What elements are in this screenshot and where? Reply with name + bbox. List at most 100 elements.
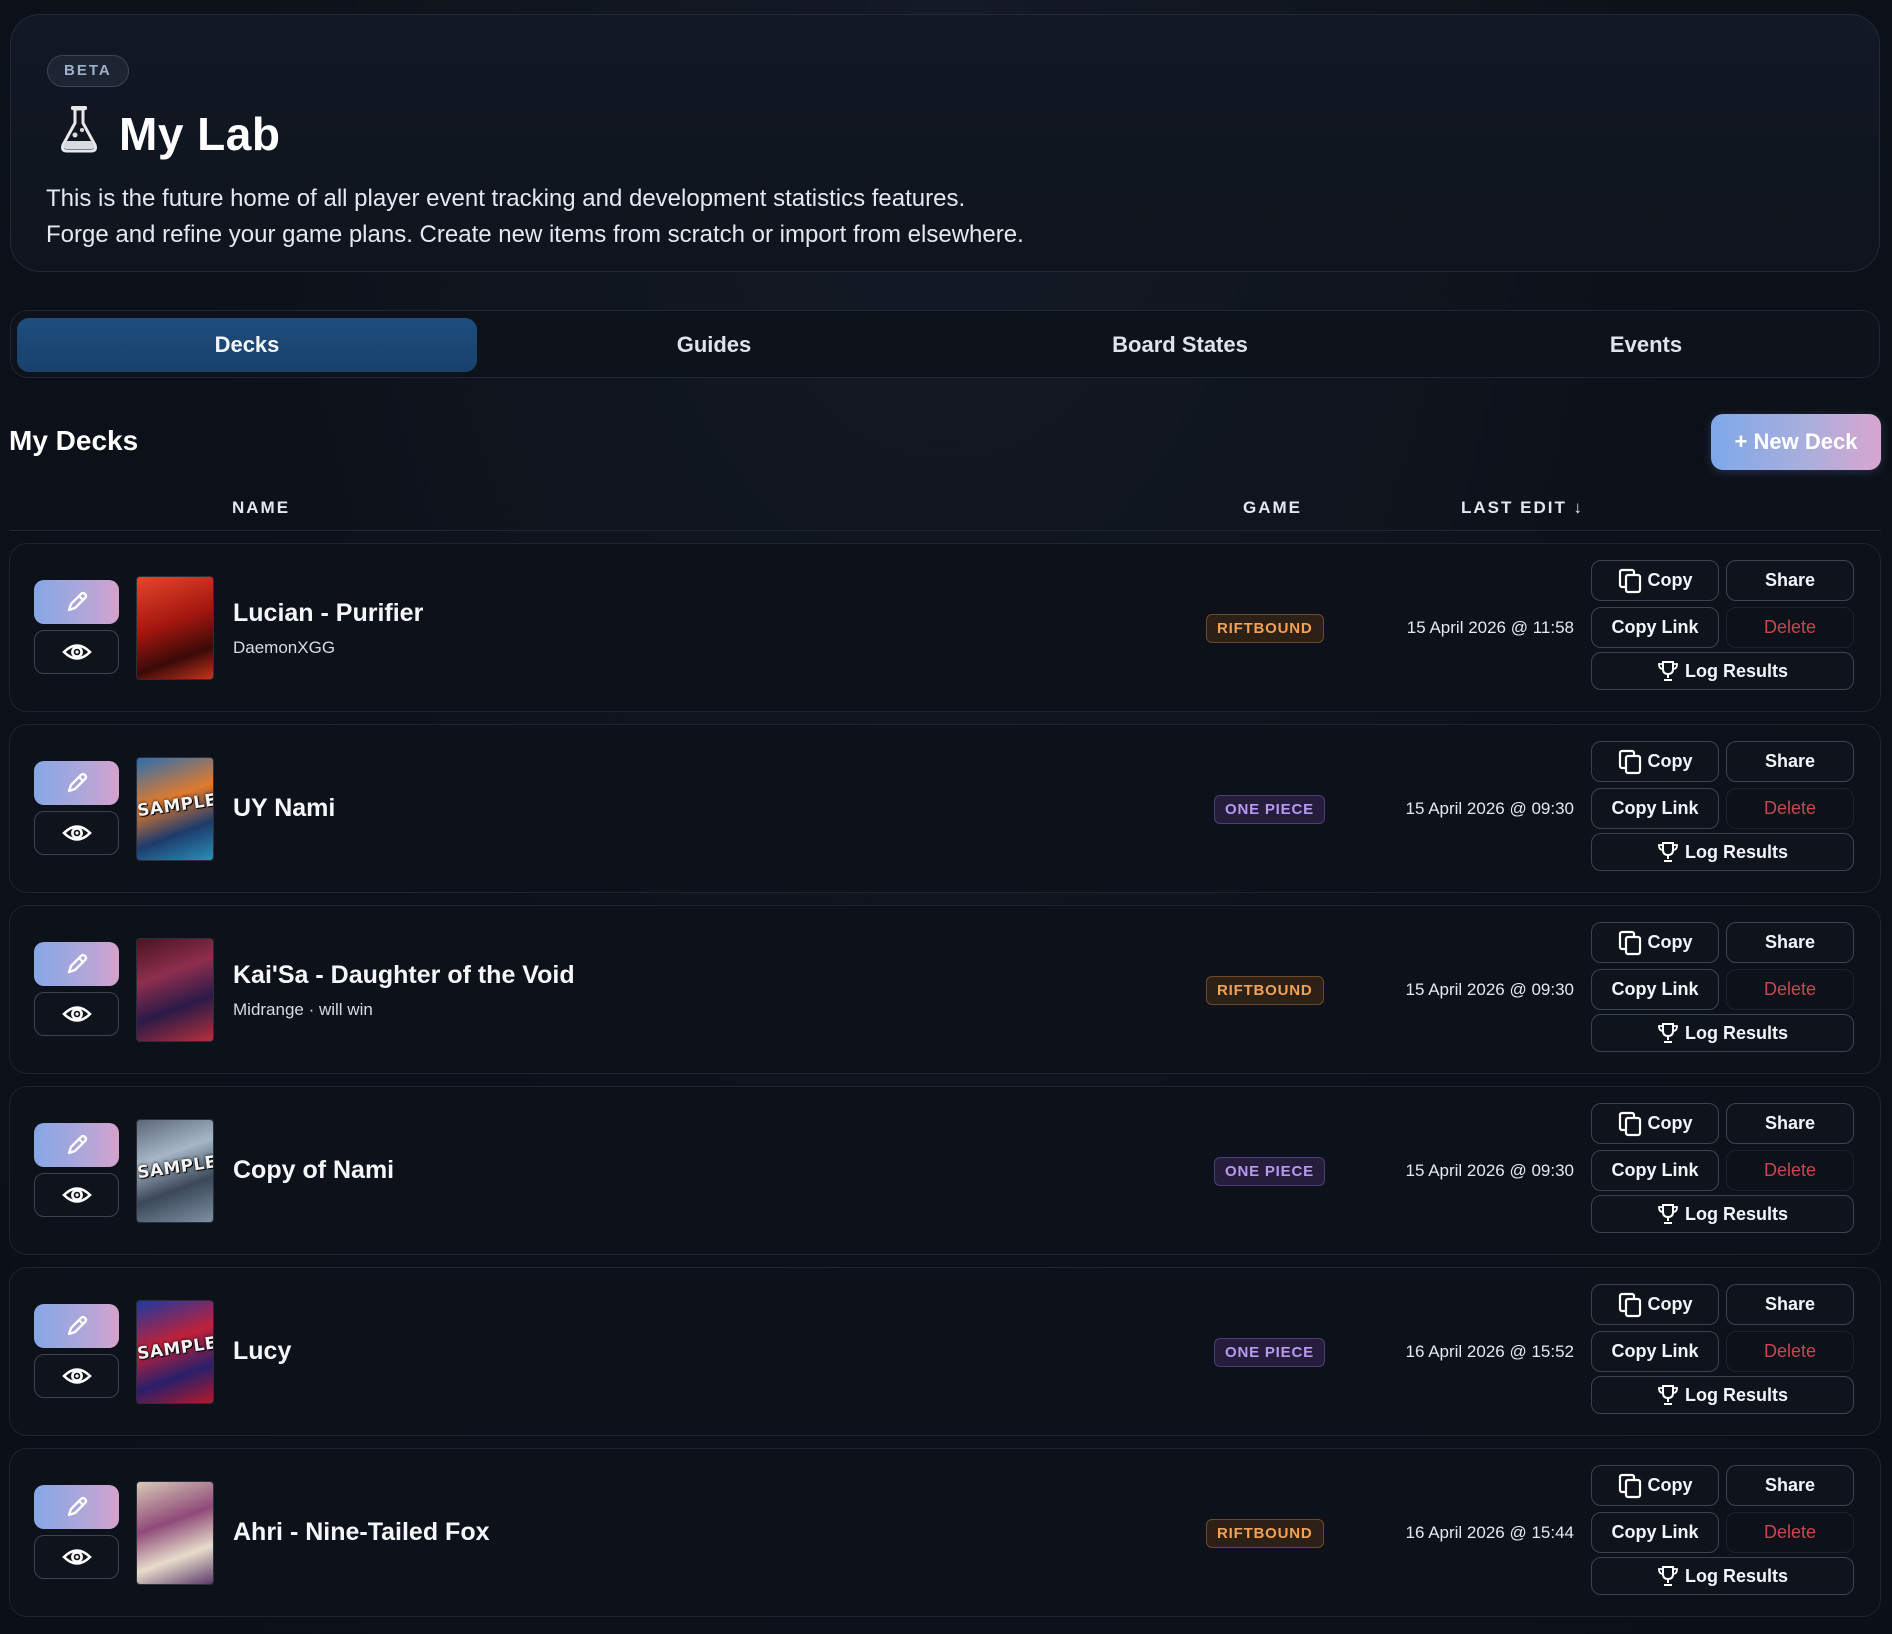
edit-button[interactable] (34, 942, 119, 986)
deck-row[interactable]: Kai'Sa - Daughter of the Void Midrange ·… (9, 905, 1881, 1074)
pencil-icon (67, 1134, 87, 1155)
sample-watermark (137, 610, 212, 621)
game-badge: ONE PIECE (1214, 1338, 1325, 1367)
new-deck-button[interactable]: + New Deck (1711, 414, 1881, 470)
deck-name[interactable]: Lucian - Purifier (233, 599, 423, 628)
copy-button[interactable]: Copy (1591, 1103, 1719, 1144)
lab-header: BETA My Lab This is the future home of a… (10, 14, 1880, 272)
eye-icon (61, 825, 92, 841)
tab-events[interactable]: Events (1416, 318, 1876, 372)
copy-link-button[interactable]: Copy Link (1591, 788, 1719, 829)
tab-decks[interactable]: Decks (17, 318, 477, 372)
tab-guides[interactable]: Guides (484, 318, 944, 372)
column-header-game[interactable]: GAME (1243, 498, 1302, 518)
delete-button[interactable]: Delete (1726, 788, 1854, 829)
copy-link-button[interactable]: Copy Link (1591, 607, 1719, 648)
edit-button[interactable] (34, 1123, 119, 1167)
delete-button[interactable]: Delete (1726, 1331, 1854, 1372)
eye-icon (61, 1549, 92, 1565)
game-badge: RIFTBOUND (1206, 976, 1324, 1005)
delete-button[interactable]: Delete (1726, 607, 1854, 648)
deck-row[interactable]: Ahri - Nine-Tailed Fox RIFTBOUND 16 Apri… (9, 1448, 1881, 1617)
copy-link-button[interactable]: Copy Link (1591, 1150, 1719, 1191)
copy-button[interactable]: Copy (1591, 741, 1719, 782)
log-results-button[interactable]: Log Results (1591, 1557, 1854, 1595)
deck-subtitle: Midrange · will win (233, 1000, 373, 1019)
pencil-icon (67, 772, 87, 793)
tab-board-states[interactable]: Board States (950, 318, 1410, 372)
last-edit-date: 15 April 2026 @ 11:58 (1406, 618, 1574, 637)
log-results-button[interactable]: Log Results (1591, 652, 1854, 690)
pencil-icon (67, 953, 87, 974)
trophy-icon (1658, 661, 1678, 681)
last-edit-date: 15 April 2026 @ 09:30 (1405, 1161, 1575, 1180)
page-description: This is the future home of all player ev… (46, 181, 1024, 253)
copy-button[interactable]: Copy (1591, 1465, 1719, 1506)
last-edit-date: 16 April 2026 @ 15:52 (1405, 1342, 1575, 1361)
delete-button[interactable]: Delete (1726, 969, 1854, 1010)
copy-icon (1618, 749, 1641, 774)
copy-icon (1618, 1473, 1641, 1498)
view-button[interactable] (34, 811, 119, 855)
share-button[interactable]: Share (1726, 741, 1854, 782)
share-button[interactable]: Share (1726, 922, 1854, 963)
copy-button[interactable]: Copy (1591, 1284, 1719, 1325)
copy-button[interactable]: Copy (1591, 560, 1719, 601)
log-results-button[interactable]: Log Results (1591, 1014, 1854, 1052)
view-button[interactable] (34, 630, 119, 674)
log-results-label: Log Results (1684, 1022, 1788, 1043)
share-button[interactable]: Share (1726, 1465, 1854, 1506)
eye-icon (61, 644, 92, 660)
deck-name[interactable]: UY Nami (233, 794, 335, 823)
view-button[interactable] (34, 1173, 119, 1217)
game-badge: ONE PIECE (1214, 795, 1325, 824)
copy-link-button[interactable]: Copy Link (1591, 1331, 1719, 1372)
deck-name[interactable]: Copy of Nami (233, 1156, 394, 1185)
deck-row[interactable]: SAMPLE Lucy ONE PIECE 16 April 2026 @ 15… (9, 1267, 1881, 1436)
view-button[interactable] (34, 1354, 119, 1398)
delete-button[interactable]: Delete (1726, 1512, 1854, 1553)
deck-row[interactable]: Lucian - Purifier DaemonXGG RIFTBOUND 15… (9, 543, 1881, 712)
trophy-icon (1658, 1023, 1678, 1043)
deck-thumbnail: SAMPLE (136, 1300, 214, 1404)
eye-icon (61, 1187, 92, 1203)
deck-name[interactable]: Ahri - Nine-Tailed Fox (233, 1518, 490, 1547)
copy-icon (1618, 1111, 1641, 1136)
edit-button[interactable] (34, 580, 119, 624)
trophy-icon (1658, 1204, 1678, 1224)
share-button[interactable]: Share (1726, 1284, 1854, 1325)
copy-link-button[interactable]: Copy Link (1591, 1512, 1719, 1553)
view-button[interactable] (34, 1535, 119, 1579)
share-button[interactable]: Share (1726, 560, 1854, 601)
deck-name[interactable]: Kai'Sa - Daughter of the Void (233, 961, 575, 990)
flask-icon (61, 106, 97, 153)
column-header-last-edit[interactable]: LAST EDIT ↓ (1461, 498, 1584, 518)
edit-button[interactable] (34, 761, 119, 805)
view-button[interactable] (34, 992, 119, 1036)
copy-button[interactable]: Copy (1591, 922, 1719, 963)
description-line-2: Forge and refine your game plans. Create… (46, 221, 1024, 248)
log-results-button[interactable]: Log Results (1591, 1195, 1854, 1233)
edit-button[interactable] (34, 1485, 119, 1529)
deck-thumbnail (136, 1481, 214, 1585)
share-button[interactable]: Share (1726, 1103, 1854, 1144)
section-title: My Decks (9, 425, 139, 456)
deck-row[interactable]: SAMPLE Copy of Nami ONE PIECE 15 April 2… (9, 1086, 1881, 1255)
pencil-icon (67, 1315, 87, 1336)
deck-row[interactable]: SAMPLE UY Nami ONE PIECE 15 April 2026 @… (9, 724, 1881, 893)
column-header-name[interactable]: NAME (232, 498, 290, 518)
edit-button[interactable] (34, 1304, 119, 1348)
copy-icon (1618, 568, 1641, 593)
log-results-label: Log Results (1684, 841, 1788, 862)
delete-button[interactable]: Delete (1726, 1150, 1854, 1191)
log-results-label: Log Results (1684, 660, 1788, 681)
sample-watermark: SAMPLE (136, 790, 214, 822)
deck-name[interactable]: Lucy (233, 1337, 291, 1366)
page-title: My Lab (119, 108, 281, 160)
copy-link-button[interactable]: Copy Link (1591, 969, 1719, 1010)
log-results-button[interactable]: Log Results (1591, 833, 1854, 871)
trophy-icon (1658, 1566, 1678, 1586)
deck-thumbnail (136, 938, 214, 1042)
log-results-button[interactable]: Log Results (1591, 1376, 1854, 1414)
copy-label: Copy (1647, 570, 1693, 590)
